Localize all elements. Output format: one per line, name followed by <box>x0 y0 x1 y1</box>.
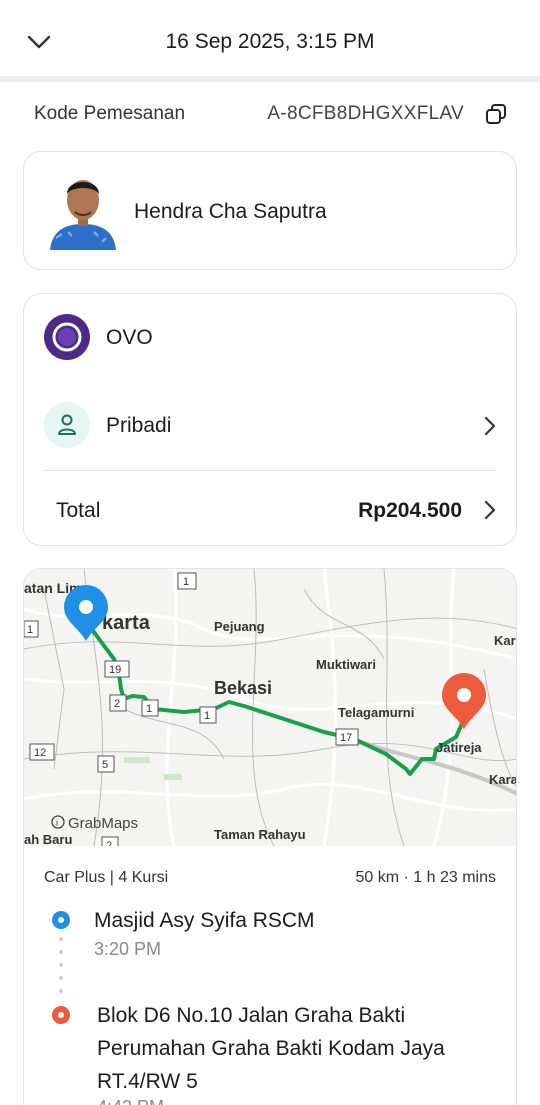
dropoff-dot-icon <box>52 1006 70 1024</box>
route-shield: 1 <box>24 620 39 638</box>
svg-text:1: 1 <box>204 710 210 722</box>
map-place-label: ah Baru <box>24 832 72 846</box>
svg-text:2: 2 <box>114 698 120 710</box>
map-place-label: Kara <box>489 772 517 787</box>
dropoff-location: Blok D6 No.10 Jalan Graha Bakti Perumaha… <box>97 1004 445 1093</box>
svg-text:1: 1 <box>183 576 189 588</box>
payment-method-label: OVO <box>106 326 153 349</box>
trip-card: 1 1 19 2 1 1 17 12 5 2 atan Lima karta P… <box>23 568 517 1105</box>
svg-text:19: 19 <box>109 664 121 676</box>
svg-text:1: 1 <box>146 703 152 715</box>
route-shield: 1 <box>199 706 217 724</box>
svg-text:12: 12 <box>34 747 46 759</box>
map-place-label: Telagamurni <box>338 705 414 720</box>
route-shield: 2 <box>109 694 127 712</box>
route-shield: 12 <box>29 743 55 761</box>
payment-card: OVO Pribadi Total Rp204.500 <box>23 293 517 546</box>
pickup-dot-icon <box>52 911 70 929</box>
route-shield: 1 <box>177 572 197 590</box>
svg-text:2: 2 <box>106 840 112 846</box>
driver-avatar <box>50 180 116 250</box>
route-map[interactable]: 1 1 19 2 1 1 17 12 5 2 atan Lima karta P… <box>24 569 517 846</box>
dropoff-time: 4:43 PM <box>97 1097 164 1105</box>
header: 16 Sep 2025, 3:15 PM <box>0 0 540 82</box>
driver-card: Hendra Cha Saputra <box>23 151 517 270</box>
svg-text:GrabMaps: GrabMaps <box>68 815 138 832</box>
chevron-right-icon[interactable] <box>482 499 498 521</box>
route-shield: 2 <box>101 836 119 846</box>
booking-code-value: A-8CFB8DHGXXFLAV <box>267 103 464 124</box>
map-place-label: Kar <box>494 633 516 648</box>
svg-text:i: i <box>56 818 58 828</box>
distance-duration: 50 km · 1 h 23 mins <box>355 869 497 886</box>
chevron-right-icon[interactable] <box>482 415 498 437</box>
map-place-label: Bekasi <box>214 678 272 698</box>
ovo-logo-icon <box>44 314 90 360</box>
booking-code-row: Kode Pemesanan A-8CFB8DHGXXFLAV <box>34 100 514 130</box>
route-shield: 19 <box>104 660 130 678</box>
page-title: 16 Sep 2025, 3:15 PM <box>165 30 375 53</box>
divider <box>44 470 496 471</box>
map-place-label: Jatireja <box>436 740 482 755</box>
pickup-time: 3:20 PM <box>94 939 162 959</box>
booking-code-label: Kode Pemesanan <box>34 103 186 124</box>
svg-text:5: 5 <box>102 759 108 771</box>
route-connector <box>59 937 63 1001</box>
person-icon <box>44 402 90 448</box>
map-place-label: Pejuang <box>214 619 265 634</box>
total-label: Total <box>56 499 101 522</box>
route-shield: 1 <box>141 699 159 717</box>
route-shield: 5 <box>97 755 115 773</box>
route-shield: 17 <box>335 728 359 746</box>
svg-text:17: 17 <box>340 732 352 744</box>
map-place-label: Taman Rahayu <box>214 827 306 842</box>
driver-name: Hendra Cha Saputra <box>134 200 327 223</box>
pickup-location: Masjid Asy Syifa RSCM <box>94 909 315 932</box>
vehicle-info: Car Plus | 4 Kursi <box>44 869 169 886</box>
map-place-label: karta <box>102 612 151 634</box>
copy-icon[interactable] <box>484 102 508 126</box>
svg-text:1: 1 <box>27 624 33 636</box>
total-value[interactable]: Rp204.500 <box>358 499 462 523</box>
profile-label[interactable]: Pribadi <box>106 414 171 438</box>
map-place-label: Muktiwari <box>316 657 376 672</box>
